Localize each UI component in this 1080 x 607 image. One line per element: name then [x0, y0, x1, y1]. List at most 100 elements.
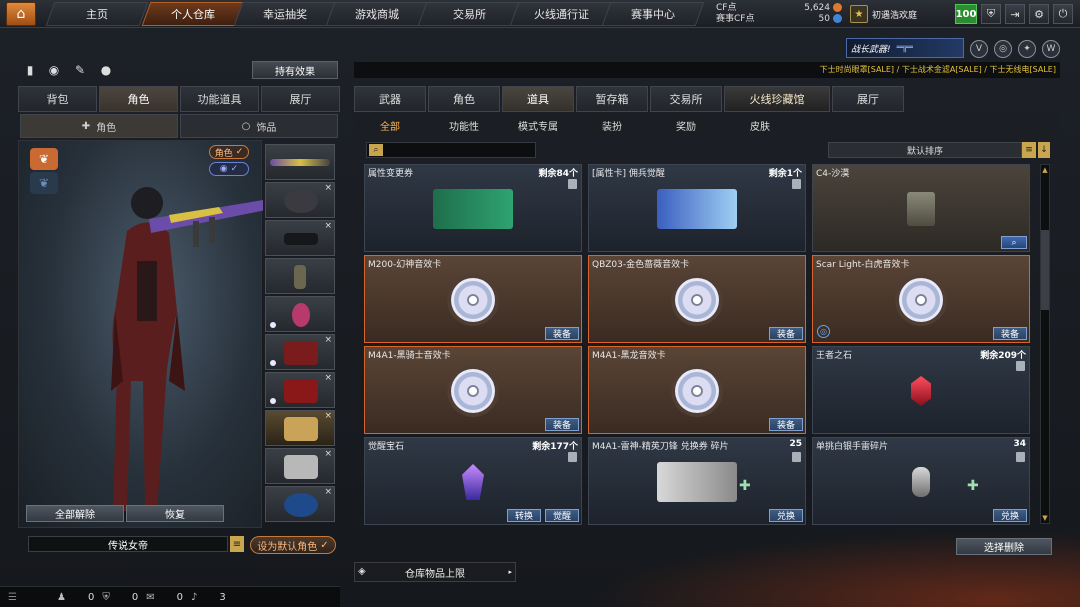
nav-lucky-draw[interactable]: 幸运抽奖 — [233, 2, 337, 26]
trash-icon[interactable] — [1016, 452, 1025, 462]
user-block[interactable]: ★ 初遇浩欢庭 — [850, 3, 950, 25]
slot-radio[interactable] — [265, 258, 335, 294]
slot-helmet[interactable]: × — [265, 182, 335, 218]
equip-button[interactable]: 装备 — [993, 327, 1027, 340]
nav-battle-pass[interactable]: 火线通行证 — [509, 2, 613, 26]
nav-personal-warehouse[interactable]: 个人仓库 — [141, 2, 245, 26]
subtab-appearance[interactable]: 装扮 — [582, 116, 642, 134]
tab-function-items[interactable]: 功能道具 — [180, 86, 259, 112]
item-card[interactable]: M200-幻神音效卡 装备 — [364, 255, 582, 343]
item-card[interactable]: 单挑白银手雷碎片 34 ✚ 兑换 — [812, 437, 1030, 525]
list-icon[interactable]: ≡ — [1022, 142, 1036, 158]
search-icon[interactable]: ⌕ — [369, 144, 383, 156]
ranking-icon[interactable]: ▮ — [22, 62, 38, 78]
sale-ticker[interactable]: 下士时尚眼罩[SALE] / 下士战术金滤A[SALE] / 下士无线电[SAL… — [354, 62, 1060, 78]
visibility-toggle[interactable]: ◉ ✓ — [209, 162, 249, 176]
tab-storage-box[interactable]: 暂存箱 — [576, 86, 648, 112]
item-card[interactable]: M4A1-黑龙音效卡 装备 — [588, 346, 806, 434]
tab-character[interactable]: 角色 — [99, 86, 178, 112]
slot-goggles[interactable]: × — [265, 220, 335, 256]
slot-throwable[interactable]: × — [265, 486, 335, 522]
spray-icon[interactable]: ✎ — [72, 62, 88, 78]
item-card[interactable]: QBZ03-金色蔷薇音效卡 装备 — [588, 255, 806, 343]
unequip-all-button[interactable]: 全部解除 — [26, 505, 124, 522]
scroll-up-icon[interactable]: ▲ — [1040, 166, 1050, 174]
emblem-icon[interactable]: ✦ — [1018, 40, 1036, 58]
scrollbar[interactable] — [1040, 164, 1050, 524]
globe-icon[interactable]: ◎ — [994, 40, 1012, 58]
item-card[interactable]: C4-沙漠 ⌕ — [812, 164, 1030, 252]
close-icon[interactable]: × — [324, 221, 332, 231]
tab-showroom-right[interactable]: 展厅 — [832, 86, 904, 112]
item-card[interactable]: [属性卡] 佣兵觉醒 剩余1个 — [588, 164, 806, 252]
equip-button[interactable]: 装备 — [769, 418, 803, 431]
close-icon[interactable]: × — [324, 183, 332, 193]
capacity-bar[interactable]: 仓库物品上限 ▸ — [354, 562, 516, 582]
magnify-icon[interactable]: ⌕ — [1001, 236, 1027, 249]
slot-ammo-belt[interactable]: × — [265, 372, 335, 408]
subtab-mode-exclusive[interactable]: 模式专属 — [508, 116, 568, 134]
close-icon[interactable]: × — [324, 411, 332, 421]
role-toggle[interactable]: 角色 ✓ — [209, 145, 249, 159]
trash-icon[interactable] — [568, 179, 577, 189]
equip-button[interactable]: 装备 — [545, 327, 579, 340]
slot-primary-weapon[interactable] — [265, 144, 335, 180]
item-card[interactable]: 王者之石 剩余209个 — [812, 346, 1030, 434]
slot-pistol[interactable]: × — [265, 448, 335, 484]
close-icon[interactable]: × — [324, 373, 332, 383]
select-delete-button[interactable]: 选择删除 — [956, 538, 1052, 555]
subtab-character[interactable]: ✚ 角色 — [20, 114, 178, 138]
item-card[interactable]: M4A1-雷神-精英刀锋 兑换券 碎片 25 ✚ 兑换 — [588, 437, 806, 525]
item-card[interactable]: 觉醒宝石 剩余177个 转换 觉醒 — [364, 437, 582, 525]
wing-icon[interactable]: ❦ — [30, 148, 58, 170]
shield-icon[interactable]: ⛨ — [981, 4, 1001, 24]
subtab-skins[interactable]: 皮肤 — [730, 116, 790, 134]
exit-icon[interactable]: ⇥ — [1005, 4, 1025, 24]
item-card[interactable]: Scar Light-白虎音效卡 ◎ 装备 — [812, 255, 1030, 343]
scrollbar-thumb[interactable] — [1041, 230, 1049, 310]
trash-icon[interactable] — [792, 452, 801, 462]
subtab-functional[interactable]: 功能性 — [434, 116, 494, 134]
subtab-accessories[interactable]: ○ 饰品 — [180, 114, 338, 138]
slot-grenade-pack[interactable]: × — [265, 334, 335, 370]
restore-button[interactable]: 恢复 — [126, 505, 224, 522]
nav-game-mall[interactable]: 游戏商城 — [325, 2, 429, 26]
item-card[interactable]: M4A1-黑骑士音效卡 装备 — [364, 346, 582, 434]
tab-items[interactable]: 道具 — [502, 86, 574, 112]
list-icon[interactable]: ☰ — [8, 592, 17, 603]
tab-weapons[interactable]: 武器 — [354, 86, 426, 112]
slot-mascot[interactable] — [265, 296, 335, 332]
nav-home[interactable]: 主页 — [45, 2, 149, 26]
subtab-all[interactable]: 全部 — [360, 116, 420, 134]
wing-outline-icon[interactable]: ❦ — [30, 172, 58, 194]
clan-shield-icon[interactable]: ⛨ — [102, 592, 110, 603]
badge-v-icon[interactable]: V — [970, 40, 988, 58]
slot-knife[interactable]: × — [265, 410, 335, 446]
tab-backpack[interactable]: 背包 — [18, 86, 97, 112]
chat-icon[interactable]: ✉ — [146, 592, 154, 603]
equip-button[interactable]: 装备 — [769, 327, 803, 340]
tab-characters[interactable]: 角色 — [428, 86, 500, 112]
list-icon[interactable]: ≡ — [230, 536, 244, 552]
trash-icon[interactable] — [568, 452, 577, 462]
tab-collection-hall[interactable]: 火线珍藏馆 — [724, 86, 830, 112]
power-icon[interactable]: ⏻ — [1053, 4, 1073, 24]
tab-showroom[interactable]: 展厅 — [261, 86, 340, 112]
promo-banner[interactable]: 战长武器! ═╦═ — [846, 38, 964, 58]
gear-icon[interactable]: ⚙ — [1029, 4, 1049, 24]
trash-icon[interactable] — [1016, 361, 1025, 371]
held-effect-button[interactable]: 持有效果 — [252, 61, 338, 79]
speaker-icon[interactable]: ♪ — [191, 592, 197, 603]
friends-icon[interactable]: ♟ — [57, 592, 66, 603]
equip-button[interactable]: 装备 — [545, 418, 579, 431]
tab-exchange[interactable]: 交易所 — [650, 86, 722, 112]
sort-arrow-icon[interactable]: ↓ — [1038, 142, 1050, 158]
trash-icon[interactable] — [792, 179, 801, 189]
nav-exchange[interactable]: 交易所 — [417, 2, 521, 26]
item-card[interactable]: 属性变更券 剩余84个 — [364, 164, 582, 252]
close-icon[interactable]: × — [324, 335, 332, 345]
nav-event-center[interactable]: 赛事中心 — [601, 2, 705, 26]
refresh-eye-icon[interactable]: ◉ — [46, 62, 62, 78]
close-icon[interactable]: × — [324, 487, 332, 497]
search-input[interactable] — [366, 142, 536, 158]
